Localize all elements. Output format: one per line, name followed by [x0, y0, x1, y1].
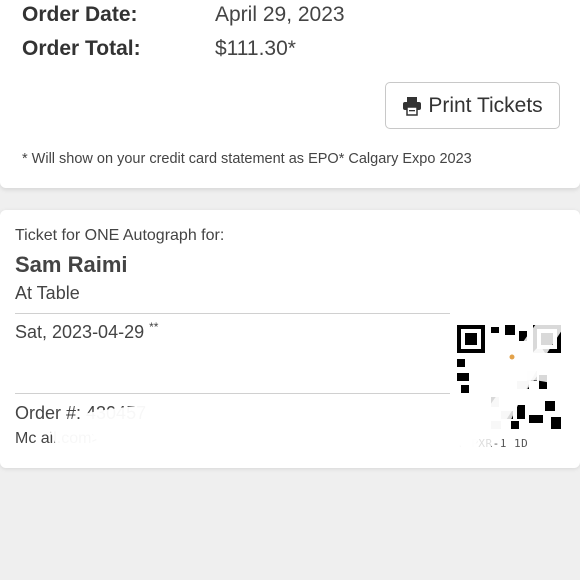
- ticket-email: Mc ail.com>: [15, 430, 101, 447]
- order-total-label: Order Total:: [22, 37, 141, 60]
- order-date-value: April 29, 2023: [215, 3, 345, 26]
- order-summary-card: Order Date: April 29, 2023 Order Total: …: [0, 0, 580, 188]
- ticket-date-marker: **: [149, 320, 159, 334]
- ticket-date: Sat, 2023-04-29 **: [15, 320, 159, 343]
- ticket-card: Ticket for ONE Autograph for: Sam Raimi …: [0, 210, 580, 468]
- ticket-divider: [15, 313, 450, 314]
- ticket-guest-name: Sam Raimi: [15, 252, 128, 277]
- ticket-code: T-PXR-1 1D: [457, 437, 529, 450]
- ticket-location: At Table: [15, 283, 80, 303]
- ticket-intro: Ticket for ONE Autograph for:: [15, 227, 225, 244]
- print-tickets-label: Print Tickets: [428, 93, 543, 117]
- order-date-label: Order Date:: [22, 3, 138, 26]
- qr-code: [457, 325, 561, 429]
- printer-icon: [403, 96, 422, 116]
- ticket-order-number: Order #: 430457: [15, 403, 147, 423]
- ticket-date-text: Sat, 2023-04-29: [15, 322, 145, 342]
- print-tickets-button[interactable]: Print Tickets: [385, 82, 560, 129]
- credit-card-note: * Will show on your credit card statemen…: [22, 151, 472, 167]
- ticket-divider: [15, 393, 450, 394]
- order-total-value: $111.30*: [215, 37, 296, 60]
